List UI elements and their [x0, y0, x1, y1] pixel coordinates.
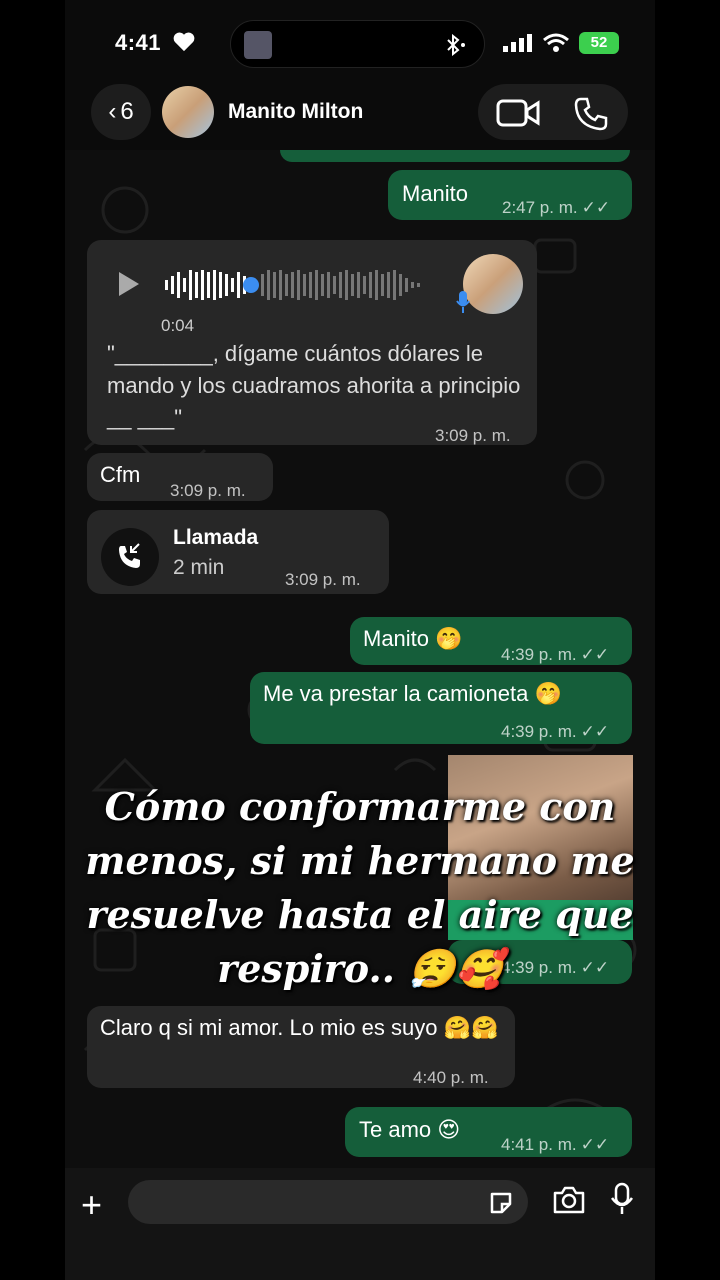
message-incoming[interactable]: Cfm 3:09 p. m.	[87, 453, 273, 501]
message-outgoing[interactable]: Manito 🤭 4:39 p. m. ✓✓	[350, 617, 632, 665]
message-time: 3:09 p. m.	[285, 570, 361, 589]
read-ticks-icon: ✓✓	[581, 198, 611, 217]
microphone-icon[interactable]	[610, 1182, 634, 1216]
sticker-icon[interactable]	[488, 1190, 514, 1216]
message-input-bar: +	[65, 1168, 655, 1280]
battery-indicator: 52	[579, 32, 619, 54]
message-input[interactable]	[128, 1180, 528, 1224]
heart-icon	[173, 32, 195, 52]
now-playing-thumbnail	[244, 31, 272, 59]
plus-icon[interactable]: +	[81, 1184, 102, 1226]
chat-screen: 4:41 52 ‹ 6 Manito Milton Manito 2:47 p.…	[65, 0, 655, 1280]
message-text: Manito 🤭	[363, 626, 463, 651]
voice-message[interactable]: 0:04 "________, dígame cuántos dólares l…	[87, 240, 537, 445]
unread-count: 6	[120, 98, 134, 125]
cellular-signal-icon	[503, 34, 532, 52]
message-time: 4:41 p. m. ✓✓	[501, 1129, 609, 1161]
call-actions	[478, 84, 628, 140]
incoming-call-icon	[101, 528, 159, 586]
read-ticks-icon: ✓✓	[580, 722, 610, 741]
phone-call-icon[interactable]	[573, 96, 609, 132]
message-incoming[interactable]: Claro q si mi amor. Lo mio es suyo 🤗🤗 4:…	[87, 1006, 515, 1088]
call-duration: 2 min	[173, 556, 225, 579]
message-text: Claro q si mi amor. Lo mio es suyo 🤗🤗	[100, 1015, 499, 1040]
message-time: 3:09 p. m.	[170, 481, 246, 500]
audio-waveform[interactable]	[165, 268, 435, 302]
contact-avatar[interactable]	[162, 86, 214, 138]
dynamic-island[interactable]	[230, 20, 485, 68]
message-outgoing[interactable]: Manito 2:47 p. m. ✓✓	[388, 170, 632, 220]
message-text: Manito	[402, 181, 469, 206]
wifi-icon	[543, 33, 569, 52]
sender-avatar	[463, 254, 523, 314]
message-time: 4:39 p. m. ✓✓	[501, 639, 609, 671]
contact-name[interactable]: Manito Milton	[228, 100, 363, 124]
status-time: 4:41	[115, 30, 162, 55]
message-text: Me va prestar la camioneta 🤭	[263, 681, 562, 706]
read-ticks-icon: ✓✓	[580, 1135, 610, 1154]
video-call-icon[interactable]	[496, 98, 540, 128]
previous-message-edge	[280, 150, 630, 162]
message-time: 4:39 p. m. ✓✓	[501, 716, 609, 748]
chat-header: ‹ 6 Manito Milton	[65, 82, 655, 144]
message-text: Te amo 😍	[359, 1117, 461, 1142]
message-time: 2:47 p. m. ✓✓	[502, 192, 610, 224]
call-title: Llamada	[173, 526, 259, 549]
message-time: 4:40 p. m.	[413, 1068, 489, 1087]
message-outgoing[interactable]: Me va prestar la camioneta 🤭 4:39 p. m. ✓…	[250, 672, 632, 744]
message-time: 3:09 p. m.	[435, 426, 511, 445]
status-bar: 4:41 52	[65, 0, 655, 88]
battery-level: 52	[590, 34, 608, 51]
mic-icon	[456, 291, 470, 313]
message-text: Cfm	[100, 462, 141, 487]
overlay-caption: Cómo conformarme con menos, si mi herman…	[85, 784, 635, 991]
camera-icon[interactable]	[552, 1185, 586, 1215]
bluetooth-icon	[447, 34, 465, 56]
message-outgoing[interactable]: Te amo 😍 4:41 p. m. ✓✓	[345, 1107, 632, 1157]
play-icon[interactable]	[119, 272, 139, 296]
chevron-left-icon: ‹	[108, 98, 117, 125]
back-button[interactable]: ‹ 6	[91, 84, 151, 140]
call-message[interactable]: Llamada 2 min 3:09 p. m.	[87, 510, 389, 594]
read-ticks-icon: ✓✓	[580, 645, 610, 664]
